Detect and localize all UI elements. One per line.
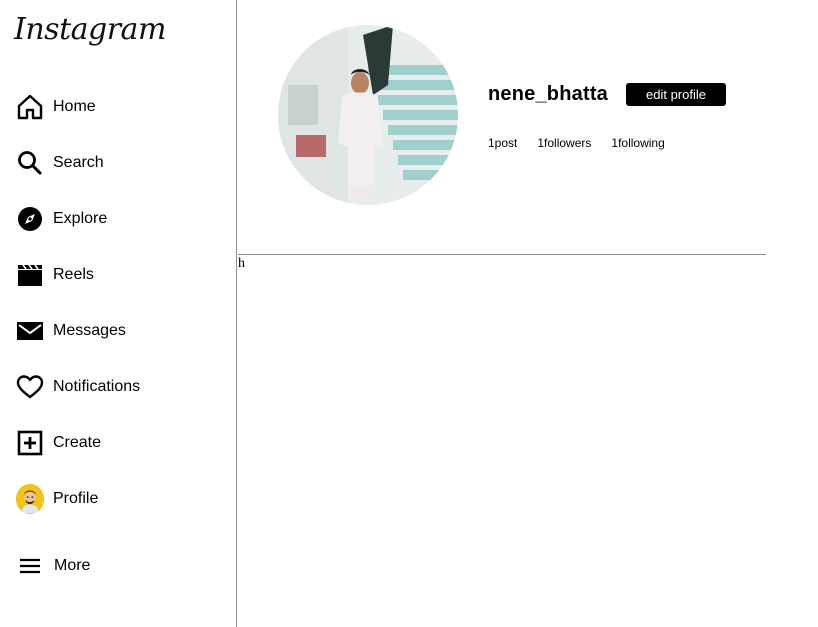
plus-square-icon [16,429,44,457]
avatar-icon [16,484,44,514]
hamburger-menu-icon [16,552,44,580]
reels-clapper-icon [16,261,44,289]
profile-stats: 1post 1followers 1following [488,136,685,150]
stray-text: h [238,256,245,271]
sidebar-item-label: Reels [53,266,94,283]
sidebar-item-notifications[interactable]: Notifications [16,370,140,404]
home-icon [16,93,44,121]
sidebar-item-home[interactable]: Home [16,90,96,124]
sidebar: Instagram Home Search Explore Reels Mess… [0,0,237,627]
sidebar-item-reels[interactable]: Reels [16,258,94,292]
profile-username: nene_bhatta [488,83,609,105]
sidebar-item-label: Messages [53,322,126,339]
profile-main: nene_bhatta edit profile 1post 1follower… [238,0,818,627]
sidebar-item-explore[interactable]: Explore [16,202,107,236]
sidebar-item-messages[interactable]: Messages [16,314,126,348]
profile-divider [238,254,766,255]
sidebar-item-more[interactable]: More [16,549,90,583]
edit-profile-button[interactable]: edit profile [626,83,726,106]
sidebar-item-label: More [54,557,91,574]
sidebar-item-label: Profile [53,490,99,507]
sidebar-item-label: Explore [53,210,108,227]
followers-count[interactable]: 1followers [537,136,591,150]
sidebar-item-create[interactable]: Create [16,426,101,460]
profile-photo[interactable] [278,25,458,205]
sidebar-item-search[interactable]: Search [16,146,104,180]
heart-icon [16,373,44,401]
explore-compass-icon [16,205,44,233]
sidebar-item-label: Search [53,154,104,171]
sidebar-item-profile[interactable]: Profile [16,482,98,516]
sidebar-item-label: Notifications [53,378,141,395]
search-icon [16,149,44,177]
posts-count[interactable]: 1post [488,136,517,150]
sidebar-item-label: Create [53,434,102,451]
following-count[interactable]: 1following [611,136,664,150]
messages-envelope-icon [16,317,44,345]
sidebar-item-label: Home [53,98,96,115]
instagram-logo[interactable]: Instagram [14,12,166,47]
